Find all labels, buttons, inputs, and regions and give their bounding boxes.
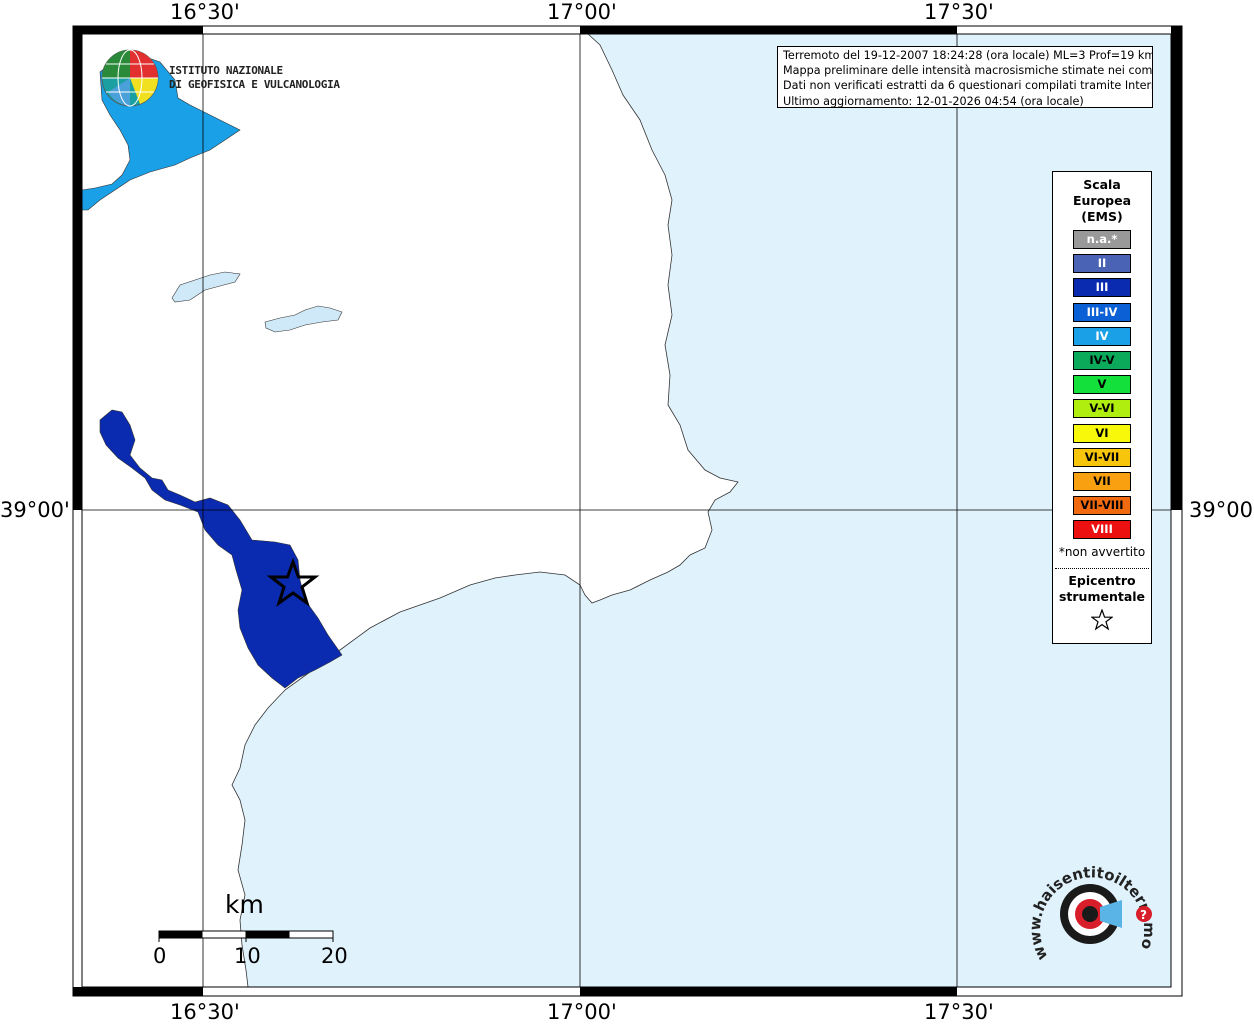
info-line-2: Mappa preliminare delle intensità macros…	[783, 64, 1153, 78]
info-line-3: Dati non verificati estratti da 6 questi…	[783, 79, 1153, 93]
legend-item-7: V-VI	[1073, 399, 1131, 419]
legend-item-10: VII	[1073, 472, 1131, 491]
map-interior	[81, 33, 1171, 988]
legend-title: Scala Europea (EMS)	[1053, 177, 1151, 225]
scale-tick-20: 20	[321, 944, 348, 968]
legend-item-6: V	[1073, 375, 1131, 395]
legend-item-12: VIII	[1073, 520, 1131, 540]
ingv-globe-icon	[101, 49, 159, 107]
legend-title-line-2: Europea	[1072, 193, 1132, 208]
ingv-line-1: ISTITUTO NAZIONALE	[169, 64, 283, 77]
legend-item-1: II	[1073, 254, 1131, 274]
lon-label-bottom-2: 17°00'	[547, 1000, 617, 1024]
event-info-box: Terremoto del 19-12-2007 18:24:28 (ora l…	[777, 46, 1153, 108]
scale-tick-0: 0	[153, 944, 167, 968]
lon-label-top-3: 17°30'	[924, 0, 994, 24]
legend-item-2: III	[1073, 278, 1131, 298]
lon-label-bottom-3: 17°30'	[924, 1000, 994, 1024]
legend-note: *non avvertito	[1058, 545, 1146, 559]
svg-text:?: ?	[1140, 908, 1147, 922]
legend-separator	[1055, 568, 1149, 569]
lat-label-right: 39°00'	[1189, 498, 1254, 522]
legend-item-3: III-IV	[1073, 302, 1131, 322]
legend-item-8: VI	[1073, 423, 1131, 443]
epicenter-legend-line-2: strumentale	[1058, 589, 1146, 604]
legend-item-0: n.a.*	[1073, 230, 1131, 249]
lon-label-bottom-1: 16°30'	[170, 1000, 240, 1024]
info-line-1: Terremoto del 19-12-2007 18:24:28 (ora l…	[783, 49, 1153, 62]
legend-item-9: VI-VII	[1073, 447, 1131, 467]
scale-unit-label: km	[225, 890, 264, 919]
ems-legend: Scala Europea (EMS) n.a.* II III III-IV IV IV…	[1052, 171, 1152, 644]
info-line-4: Ultimo aggiornamento: 12-01-2026 04:54 (…	[783, 94, 1084, 108]
haisentito-logo-icon[interactable]: www.haisentitoilterremoto.it ?	[1030, 862, 1160, 982]
legend-item-4: IV	[1073, 326, 1131, 346]
legend-item-11: VII-VIII	[1073, 496, 1131, 516]
legend-item-5: IV-V	[1073, 351, 1131, 370]
ingv-line-2: DI GEOFISICA E VULCANOLOGIA	[169, 78, 340, 91]
ingv-logo-text: ISTITUTO NAZIONALE DI GEOFISICA E VULCAN…	[169, 64, 340, 92]
legend-title-line-3: (EMS)	[1081, 209, 1123, 224]
lon-label-top-1: 16°30'	[170, 0, 240, 24]
lon-label-top-2: 17°00'	[547, 0, 617, 24]
scale-tick-10: 10	[234, 944, 261, 968]
epicenter-legend-line-1: Epicentro	[1068, 573, 1136, 588]
epicenter-legend-title: Epicentro strumentale	[1053, 573, 1151, 605]
epicenter-star-icon	[1091, 609, 1113, 631]
lat-label-left: 39°00'	[0, 498, 70, 522]
legend-title-line-1: Scala	[1083, 177, 1121, 192]
